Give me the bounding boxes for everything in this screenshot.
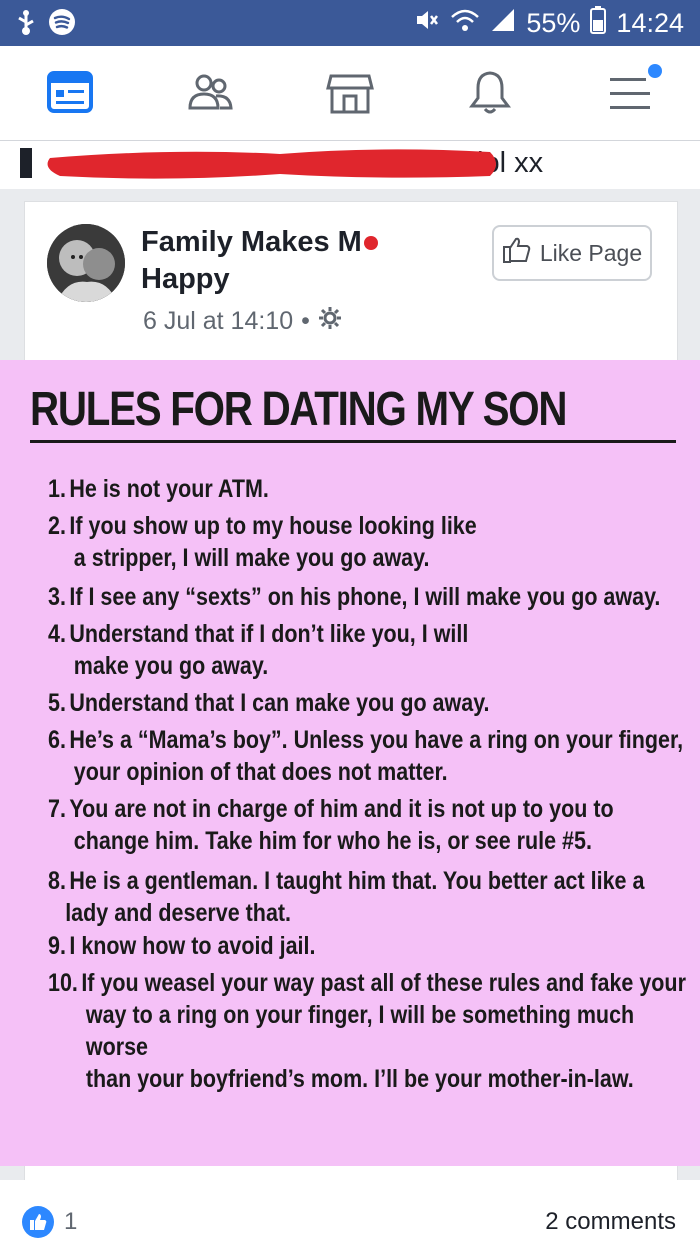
rule-item: 5. Understand that I can make you go away… — [48, 687, 688, 719]
battery-icon — [590, 6, 607, 41]
signal-icon — [490, 7, 516, 40]
rule-number: 3. — [48, 583, 66, 611]
rule-text-line: If I see any “sexts” on his phone, I wil… — [69, 583, 661, 611]
rule-text-line: He is a gentleman. I taught him that. Yo… — [69, 867, 645, 895]
rule-item: 3. If I see any “sexts” on his phone, I w… — [48, 581, 688, 613]
rule-number: 1. — [48, 475, 66, 503]
comments-count[interactable]: 2 comments — [545, 1208, 676, 1236]
rule-text-line: Understand that I can make you go away. — [69, 689, 490, 717]
spotify-icon — [48, 8, 76, 41]
post-timestamp[interactable]: 6 Jul at 14:10 — [143, 307, 293, 336]
rule-number: 5. — [48, 689, 66, 717]
rule-text-line: change him. Take him for who he is, or s… — [73, 827, 592, 855]
rule-text-line: way to a ring on your finger, I will be … — [85, 1001, 635, 1061]
rule-text-line: lady and deserve that. — [65, 899, 292, 927]
like-reaction-icon — [22, 1206, 54, 1238]
rule-text-line: I know how to avoid jail. — [69, 932, 316, 960]
rule-text-line: If you show up to my house looking like — [69, 512, 477, 540]
clock: 14:24 — [616, 8, 684, 38]
rule-item: 7. You are not in charge of him and it is… — [48, 793, 688, 857]
title-underline — [30, 440, 676, 443]
rule-text-line: If you weasel your way past all of these… — [81, 969, 686, 997]
separator-dot: • — [301, 307, 310, 335]
redaction-dot — [363, 236, 378, 251]
rule-number: 9. — [48, 932, 66, 960]
wifi-icon — [450, 7, 480, 40]
news-feed-icon[interactable] — [46, 68, 94, 116]
redaction-mark — [20, 148, 497, 179]
marketplace-icon[interactable] — [326, 68, 374, 116]
menu-icon[interactable] — [608, 64, 662, 116]
rule-number: 8. — [48, 867, 66, 895]
page-name[interactable]: Family Makes M Happy — [141, 224, 411, 298]
image-title: RULES FOR DATING MY SON — [30, 383, 568, 436]
rule-text-line: than your boyfriend’s mom. I’ll be your … — [85, 1065, 634, 1093]
battery-text: 55% — [526, 8, 581, 38]
top-nav-bar — [0, 46, 700, 141]
rule-text-line: He is not your ATM. — [69, 475, 269, 503]
usb-icon — [14, 8, 38, 41]
mute-icon — [414, 7, 440, 40]
rule-item: 8. He is a gentleman. I taught him that. … — [48, 865, 688, 929]
like-page-button[interactable]: Like Page — [492, 225, 652, 281]
audience-gear-icon — [318, 306, 342, 337]
rule-number: 2. — [48, 512, 66, 540]
rule-number: 6. — [48, 726, 66, 754]
post-image[interactable]: RULES FOR DATING MY SON 1. He is not your… — [0, 360, 700, 1166]
rule-text-line: He’s a “Mama’s boy”. Unless you have a r… — [69, 726, 684, 754]
rule-number: 4. — [48, 620, 66, 648]
rule-number: 10. — [48, 969, 78, 997]
rule-text-line: Understand that if I don’t like you, I w… — [69, 620, 469, 648]
like-count: 1 — [64, 1208, 78, 1235]
status-bar: 55% 14:24 — [0, 0, 700, 46]
rule-item: 4. Understand that if I don’t like you, I… — [48, 618, 688, 682]
friends-icon[interactable] — [186, 68, 234, 116]
post-footer: 1 2 comments — [0, 1180, 700, 1244]
rule-text-line: You are not in charge of him and it is n… — [69, 795, 614, 823]
notifications-icon[interactable] — [466, 68, 514, 116]
rule-number: 7. — [48, 795, 66, 823]
like-page-label: Like Page — [539, 239, 643, 266]
rule-item: 1. He is not your ATM. — [48, 473, 688, 505]
reactions-summary[interactable]: 1 — [22, 1206, 77, 1238]
rule-text-line: make you go away. — [73, 652, 269, 680]
thumbs-up-icon — [502, 235, 532, 271]
rule-item: 6. He’s a “Mama’s boy”. Unless you have a… — [48, 724, 688, 788]
rule-item: 10. If you weasel your way past all of th… — [48, 967, 688, 1095]
post-timestamp-row: 6 Jul at 14:10 • — [143, 306, 342, 337]
menu-notification-dot — [648, 64, 662, 78]
rule-item: 2. If you show up to my house looking lik… — [48, 510, 688, 574]
rule-item: 9. I know how to avoid jail. — [48, 930, 688, 962]
page-avatar[interactable] — [47, 224, 125, 302]
rule-text-line: a stripper, I will make you go away. — [73, 544, 430, 572]
rule-text-line: your opinion of that does not matter. — [73, 758, 448, 786]
